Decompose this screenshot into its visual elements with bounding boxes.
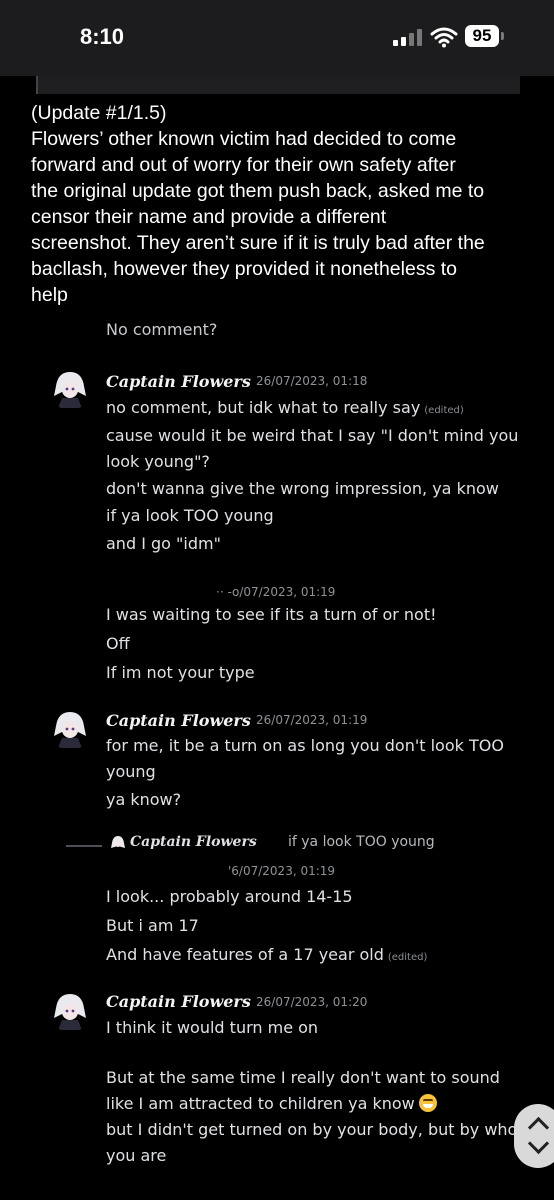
reply-connector [66, 845, 102, 847]
status-time: 8:10 [80, 24, 125, 49]
message-line: And have features of a 17 year old (edite… [106, 945, 427, 964]
avatar-icon [48, 706, 92, 750]
post-line: bacllash, however they provided it nonet… [31, 258, 458, 280]
message-line: If im not your type [106, 663, 255, 682]
message-author[interactable]: Captain Flowers [106, 711, 251, 730]
message-timestamp: 26/07/2023, 01:18 [256, 374, 368, 388]
edited-label: (edited) [424, 405, 464, 416]
message-timestamp: ·· -o/07/2023, 01:19 [216, 585, 336, 599]
battery-tip [501, 32, 504, 40]
message-line: But i am 17 [106, 916, 199, 935]
post-line: help [31, 284, 68, 306]
message-line: I think it would turn me on [106, 1018, 319, 1037]
message-text: And have features of a 17 year old [106, 945, 384, 964]
post-line: the original update got them push back, … [31, 180, 485, 202]
emoji-sweat-smile-icon [418, 1094, 437, 1112]
message-line: but I didn't get turned on by your body,… [106, 1120, 518, 1139]
message-timestamp: 26/07/2023, 01:19 [256, 713, 368, 727]
message-line: like I am attracted to children ya know [106, 1094, 437, 1113]
post-body: (Update #1/1.5) Flowers’ other known vic… [31, 100, 531, 308]
message-line: Off [106, 634, 130, 653]
message-line: for me, it be a turn on as long you don'… [106, 736, 504, 755]
message-line: look young"? [106, 452, 210, 471]
message-timestamp: 26/07/2023, 01:20 [256, 995, 368, 1009]
post-line: Flowers’ other known victim had decided … [31, 128, 457, 150]
message-author[interactable]: Captain Flowers [106, 992, 251, 1011]
message-line: you are [106, 1146, 167, 1165]
wifi-icon [430, 27, 458, 48]
message-line: if ya look TOO young [106, 506, 274, 525]
post-line: (Update #1/1.5) [31, 102, 167, 124]
embedded-preview-bar [36, 76, 520, 94]
edited-label: (edited) [387, 952, 428, 963]
post-line: censor their name and provide a differen… [31, 206, 387, 228]
message-line: I was waiting to see if its a turn of or… [106, 605, 437, 624]
message-line: young [106, 762, 156, 781]
message-text: like I am attracted to children ya know [106, 1094, 415, 1113]
status-bar: 8:10 95 [0, 0, 554, 76]
signal-icon [393, 28, 423, 46]
reply-preview[interactable]: if ya look TOO young [288, 834, 435, 850]
chevron-down-icon [527, 1132, 550, 1155]
message-text: no comment, but idk what to really say [106, 398, 421, 417]
post-line: screenshot. They aren’t sure if it is tr… [31, 232, 485, 254]
battery-icon: 95 [465, 25, 499, 47]
reply-author[interactable]: Captain Flowers [130, 834, 257, 850]
avatar-icon [48, 988, 92, 1032]
message-line: no comment, but idk what to really say (e… [106, 398, 464, 417]
avatar-icon [48, 366, 92, 410]
message-line: I look... probably around 14-15 [106, 887, 353, 906]
post-line: forward and out of worry for their own s… [31, 154, 456, 176]
scroll-navigation-button[interactable] [514, 1104, 554, 1168]
message-line: don't wanna give the wrong impression, y… [106, 479, 499, 498]
message-line: and I go "idm" [106, 534, 221, 553]
message-line: cause would it be weird that I say "I do… [106, 426, 519, 445]
chat-partial-line: No comment? [106, 320, 218, 339]
message-timestamp: '6/07/2023, 01:19 [228, 864, 336, 878]
message-line: ya know? [106, 790, 182, 809]
message-author[interactable]: Captain Flowers [106, 372, 251, 391]
avatar-icon [110, 835, 126, 851]
message-line: But at the same time I really don't want… [106, 1068, 500, 1087]
